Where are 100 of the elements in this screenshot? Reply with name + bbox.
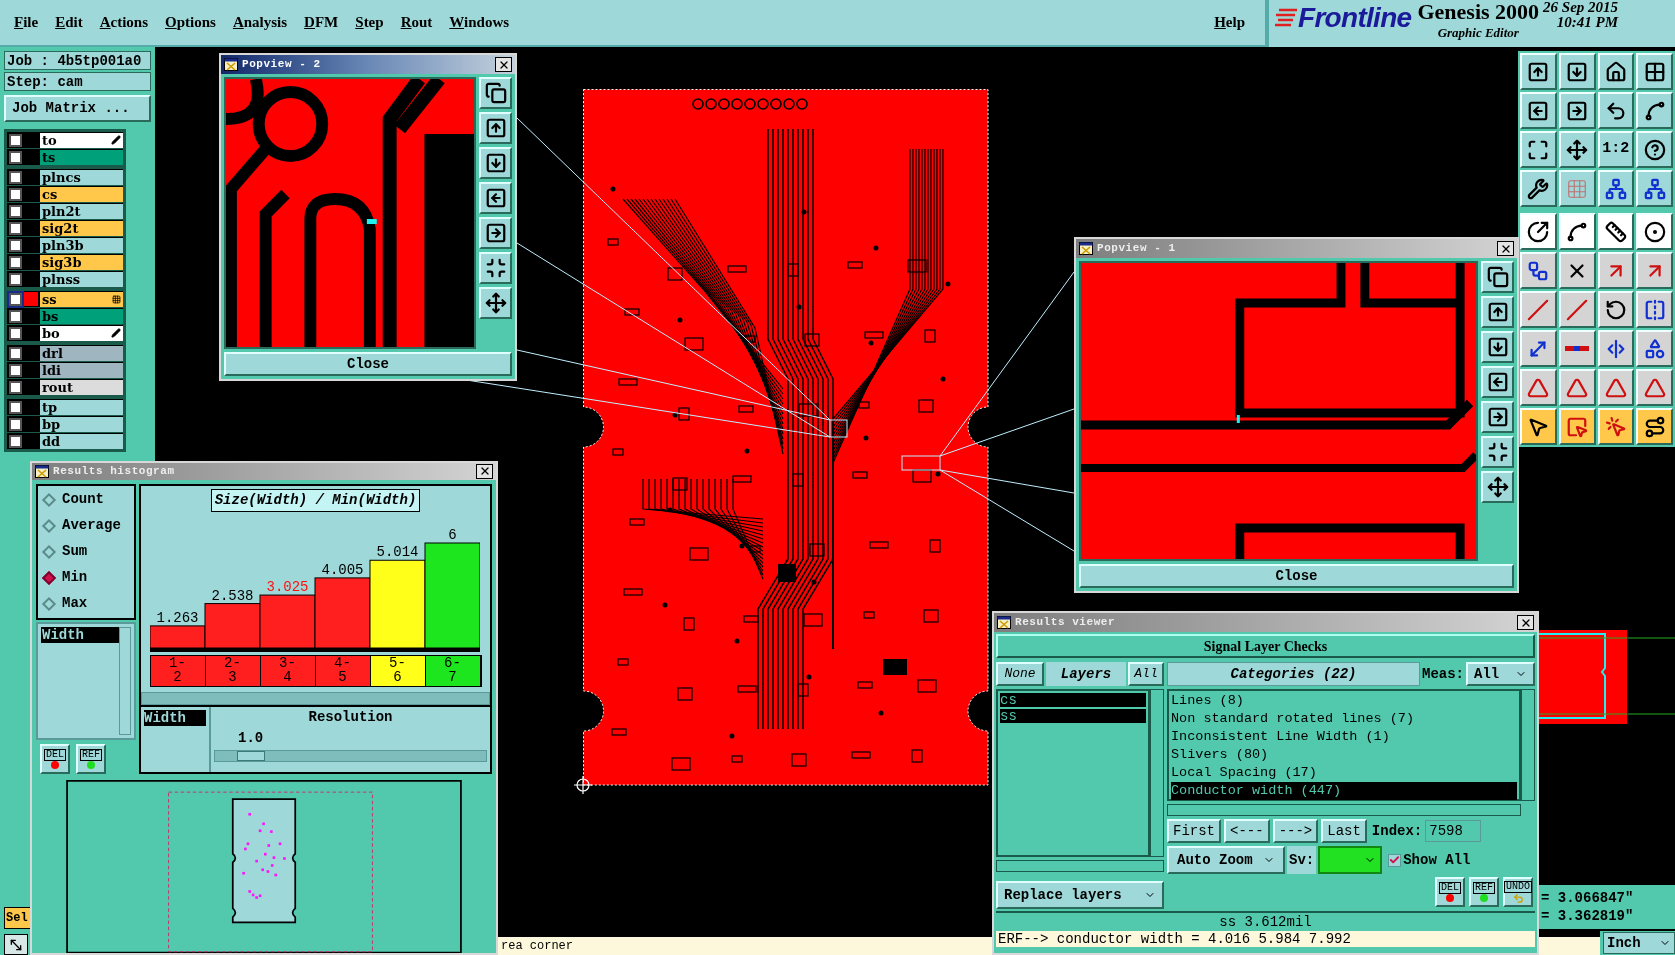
navigation-button[interactable]: First [1167, 819, 1221, 843]
tool-button[interactable] [1636, 408, 1673, 445]
meas-dropdown[interactable]: All [1466, 662, 1535, 686]
layer-name[interactable]: sig2t [40, 220, 123, 236]
tool-button[interactable] [1520, 170, 1557, 207]
tool-button[interactable] [1597, 252, 1635, 289]
layer-name[interactable]: ss [40, 291, 123, 307]
tool-button[interactable] [1520, 131, 1557, 168]
scrollbar[interactable] [119, 626, 131, 735]
tool-button[interactable] [1520, 369, 1557, 406]
tool-button[interactable] [1558, 408, 1596, 445]
tool-button[interactable] [1597, 53, 1635, 90]
replace-layers-dropdown[interactable]: Replace layers [996, 881, 1164, 909]
layer-name[interactable]: rout [40, 379, 123, 395]
mode-radio[interactable]: Max [44, 593, 134, 614]
layer-name[interactable]: tp [40, 399, 123, 415]
tool-button[interactable] [1636, 53, 1673, 90]
close-button[interactable] [1497, 241, 1514, 256]
resize-button[interactable] [4, 934, 28, 955]
scrollbar[interactable] [1150, 689, 1164, 857]
view-tool-button[interactable] [1481, 471, 1514, 503]
view-tool-button[interactable] [479, 217, 512, 249]
tool-button[interactable] [1636, 330, 1673, 367]
close-button[interactable] [476, 463, 493, 479]
tool-button[interactable] [1597, 291, 1635, 328]
refresh-button[interactable]: REF [1469, 877, 1499, 907]
navigation-button[interactable]: Last [1321, 819, 1367, 843]
menu-item[interactable]: Analysis [232, 11, 288, 34]
window-menu-icon[interactable] [997, 616, 1011, 629]
close-button[interactable] [1517, 615, 1534, 630]
tool-button[interactable] [1597, 170, 1635, 207]
undo-button[interactable]: UNDO [1503, 877, 1533, 907]
scrollbar[interactable] [141, 691, 490, 705]
layer-name[interactable]: plncs [40, 169, 123, 185]
tool-button[interactable] [1520, 408, 1557, 445]
layer-name[interactable]: sig3b [40, 254, 123, 270]
layer-checkbox[interactable] [9, 292, 22, 306]
tool-button[interactable] [1558, 53, 1596, 90]
view-tool-button[interactable] [479, 77, 512, 109]
layer-checkbox[interactable] [9, 400, 22, 414]
refresh-button[interactable]: REF [76, 743, 106, 774]
view-tool-button[interactable] [1481, 296, 1514, 328]
menu-item[interactable]: Step [355, 11, 384, 34]
layer-name[interactable]: ldi [40, 362, 123, 378]
tool-button[interactable] [1558, 291, 1596, 328]
tool-button[interactable] [1636, 252, 1673, 289]
layer-item[interactable]: ss [1000, 709, 1146, 723]
layer-name[interactable]: pln3b [40, 237, 123, 253]
window-menu-icon[interactable] [1079, 242, 1093, 255]
layer-checkbox[interactable] [9, 187, 22, 201]
layer-name[interactable]: bp [40, 416, 123, 432]
scrollbar[interactable] [1521, 689, 1535, 801]
tool-button[interactable]: 1:2 [1597, 131, 1635, 168]
layer-checkbox[interactable] [9, 272, 22, 286]
mode-radio[interactable]: Average [44, 515, 134, 536]
navigation-button[interactable]: ---> [1272, 819, 1319, 843]
tool-button[interactable] [1636, 369, 1673, 406]
close-button[interactable]: Close [1079, 564, 1514, 588]
tool-button[interactable] [1636, 213, 1673, 250]
index-field[interactable]: 7598 [1425, 820, 1482, 842]
show-all-checkbox[interactable] [1388, 853, 1402, 867]
menu-item[interactable]: Windows [449, 11, 510, 34]
layer-checkbox[interactable] [9, 204, 22, 218]
tool-button[interactable] [1520, 252, 1557, 289]
menu-item[interactable]: Rout [400, 11, 433, 34]
tool-button[interactable] [1558, 170, 1596, 207]
view-tool-button[interactable] [479, 147, 512, 179]
layer-checkbox[interactable] [9, 133, 22, 147]
layer-name[interactable]: dd [40, 433, 123, 449]
tool-button[interactable] [1636, 291, 1673, 328]
slider-thumb[interactable] [236, 750, 265, 761]
layer-item[interactable]: cs [1000, 693, 1146, 707]
tool-button[interactable] [1558, 330, 1596, 367]
window-menu-icon[interactable] [224, 58, 238, 71]
tool-button[interactable] [1597, 92, 1635, 129]
layer-checkbox[interactable] [9, 417, 22, 431]
delete-button[interactable]: DEL [1435, 877, 1465, 907]
window-menu-icon[interactable] [35, 464, 49, 478]
tool-button[interactable] [1636, 92, 1673, 129]
category-item[interactable]: Lines (8) [1171, 692, 1517, 710]
layer-checkbox[interactable] [9, 434, 22, 448]
tool-button[interactable] [1597, 213, 1635, 250]
category-item[interactable]: Slivers (80) [1171, 746, 1517, 764]
tool-button[interactable] [1636, 131, 1673, 168]
menu-item[interactable]: Options [165, 11, 216, 34]
view-tool-button[interactable] [1481, 331, 1514, 363]
tool-button[interactable] [1558, 252, 1596, 289]
units-dropdown[interactable]: Inch [1603, 932, 1675, 954]
layer-checkbox[interactable] [9, 346, 22, 360]
layer-name[interactable]: drl [40, 345, 123, 361]
view-tool-button[interactable] [1481, 261, 1514, 293]
view-tool-button[interactable] [479, 112, 512, 144]
layer-name[interactable]: to [40, 132, 123, 148]
layer-checkbox[interactable] [9, 326, 22, 340]
view-tool-button[interactable] [479, 287, 512, 319]
tool-button[interactable] [1636, 170, 1673, 207]
layer-checkbox[interactable] [9, 363, 22, 377]
tool-button[interactable] [1520, 291, 1557, 328]
severity-dropdown[interactable] [1318, 846, 1383, 874]
mode-radio[interactable]: Count [44, 489, 134, 510]
